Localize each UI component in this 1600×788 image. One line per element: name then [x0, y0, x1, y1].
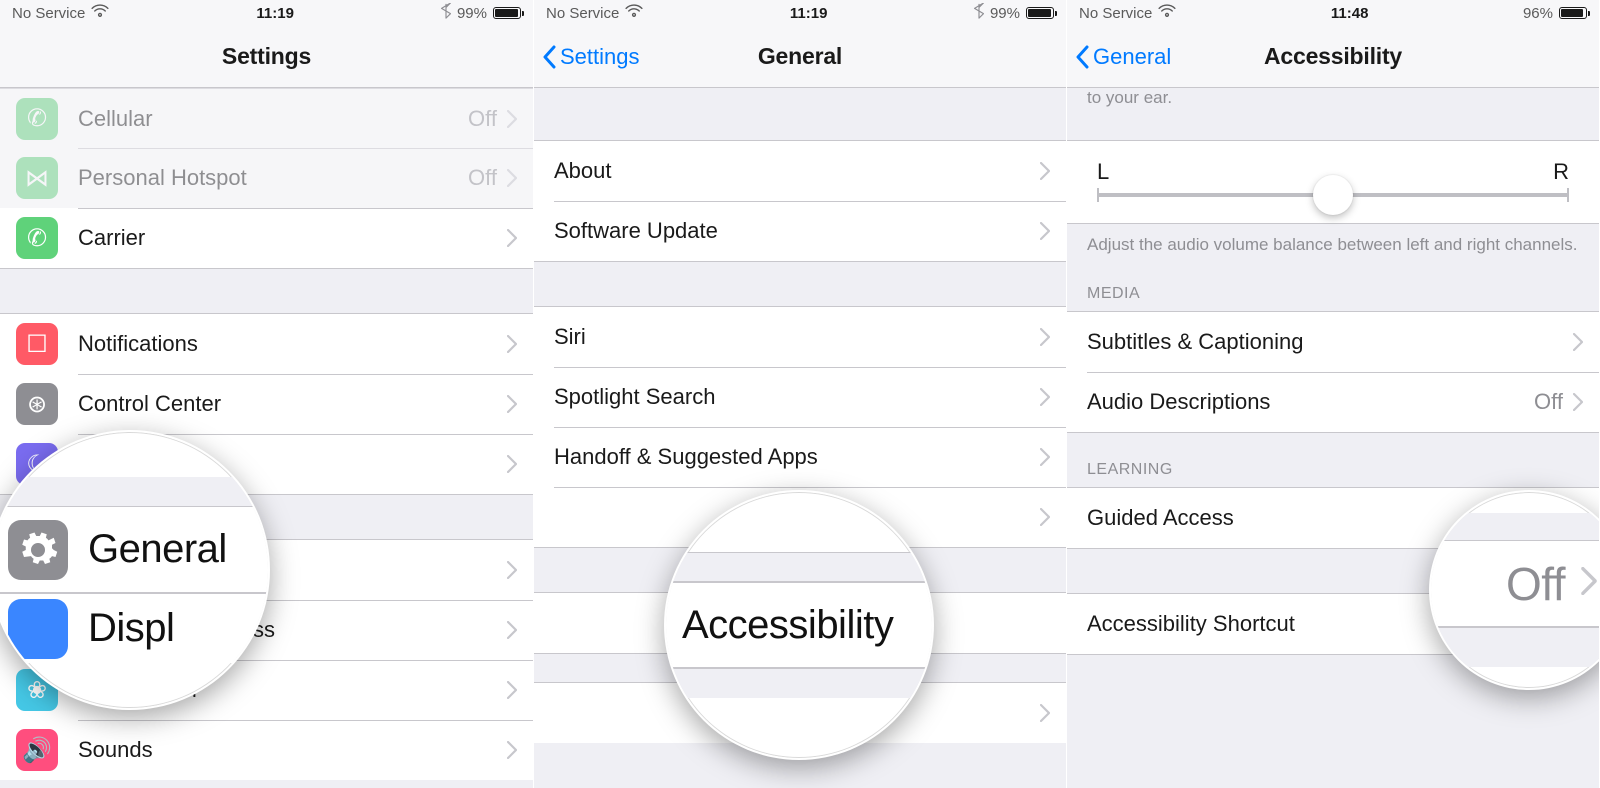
carrier-icon: ✆ — [16, 217, 58, 259]
nav-bar: General Accessibility — [1067, 26, 1599, 88]
chevron-right-icon — [1040, 328, 1050, 346]
panel-settings: No Service 11:19 99% Settings ✆ Cellular… — [0, 0, 533, 788]
slider-tick-right — [1567, 188, 1569, 202]
status-time: 11:48 — [1331, 5, 1369, 22]
back-button[interactable]: General — [1075, 26, 1171, 88]
control-center-icon: ⊛ — [16, 383, 58, 425]
chevron-right-icon — [507, 681, 517, 699]
row-spotlight[interactable]: Spotlight Search — [534, 367, 1066, 427]
chevron-right-icon — [1040, 448, 1050, 466]
magnifier-accessibility: Accessibility — [664, 490, 934, 760]
chevron-right-icon — [507, 110, 517, 128]
chevron-right-icon — [507, 169, 517, 187]
nav-bar: Settings General — [534, 26, 1066, 88]
slider-track[interactable] — [1097, 193, 1569, 197]
row-subtitles[interactable]: Subtitles & Captioning — [1067, 312, 1599, 372]
sounds-icon: 🔊 — [16, 729, 58, 771]
chevron-right-icon — [1040, 162, 1050, 180]
row-handoff[interactable]: Handoff & Suggested Apps — [534, 427, 1066, 487]
row-sounds[interactable]: 🔊 Sounds — [0, 720, 533, 780]
magnifier-guided-off: Off — [1429, 490, 1599, 690]
chevron-right-icon — [1573, 333, 1583, 351]
chevron-right-icon — [1040, 508, 1050, 526]
wifi-icon — [625, 4, 643, 22]
row-hotspot[interactable]: ⋈ Personal Hotspot Off — [0, 148, 533, 208]
status-bar: No Service 11:48 96% — [1067, 0, 1599, 26]
section-header-learning: LEARNING — [1067, 433, 1599, 487]
row-audio-descriptions[interactable]: Audio Descriptions Off — [1067, 372, 1599, 432]
row-siri[interactable]: Siri — [534, 307, 1066, 367]
chevron-right-icon — [507, 335, 517, 353]
panel-accessibility: No Service 11:48 96% General Accessibili… — [1066, 0, 1599, 788]
chevron-right-icon — [507, 621, 517, 639]
row-carrier[interactable]: ✆ Carrier — [0, 208, 533, 268]
status-battery-pct: 99% — [457, 5, 487, 22]
chevron-right-icon — [507, 561, 517, 579]
status-bar: No Service 11:19 99% — [534, 0, 1066, 26]
status-time: 11:19 — [256, 5, 294, 22]
bluetooth-icon — [974, 3, 984, 23]
display-icon — [8, 599, 68, 659]
status-carrier: No Service — [12, 5, 85, 22]
slider-left-label: L — [1097, 159, 1109, 185]
chevron-right-icon — [507, 741, 517, 759]
audio-balance-slider[interactable]: L R — [1067, 141, 1599, 223]
status-carrier: No Service — [546, 5, 619, 22]
panel-general: No Service 11:19 99% Settings General Ab… — [533, 0, 1066, 788]
magnifier-general: General Displ — [0, 430, 270, 710]
status-carrier: No Service — [1079, 5, 1152, 22]
battery-icon — [1026, 7, 1054, 19]
slider-thumb[interactable] — [1313, 175, 1353, 215]
status-time: 11:19 — [790, 5, 828, 22]
row-control-center[interactable]: ⊛ Control Center — [0, 374, 533, 434]
footer-fragment: to your ear. — [1067, 88, 1599, 112]
chevron-right-icon — [507, 455, 517, 473]
status-battery-pct: 96% — [1523, 5, 1553, 22]
row-notifications[interactable]: ☐ Notifications — [0, 314, 533, 374]
chevron-right-icon — [1573, 393, 1583, 411]
page-title: Settings — [222, 43, 311, 70]
slider-footer: Adjust the audio volume balance between … — [1067, 224, 1599, 275]
bluetooth-icon — [441, 3, 451, 23]
battery-icon — [1559, 7, 1587, 19]
nav-bar: Settings — [0, 26, 533, 88]
chevron-right-icon — [507, 229, 517, 247]
page-title: Accessibility — [1264, 43, 1402, 70]
hotspot-icon: ⋈ — [16, 157, 58, 199]
wifi-icon — [91, 4, 109, 22]
section-header-media: MEDIA — [1067, 275, 1599, 311]
row-about[interactable]: About — [534, 141, 1066, 201]
cellular-icon: ✆ — [16, 98, 58, 140]
chevron-right-icon — [1040, 704, 1050, 722]
slider-right-label: R — [1553, 159, 1569, 185]
slider-tick-left — [1097, 188, 1099, 202]
notifications-icon: ☐ — [16, 323, 58, 365]
battery-icon — [493, 7, 521, 19]
gear-icon — [8, 520, 68, 580]
chevron-right-icon — [507, 395, 517, 413]
wifi-icon — [1158, 4, 1176, 22]
row-cellular[interactable]: ✆ Cellular Off — [0, 88, 533, 148]
chevron-right-icon — [1040, 222, 1050, 240]
chevron-right-icon — [1040, 388, 1050, 406]
page-title: General — [758, 43, 842, 70]
status-bar: No Service 11:19 99% — [0, 0, 533, 26]
back-button[interactable]: Settings — [542, 26, 640, 88]
row-software-update[interactable]: Software Update — [534, 201, 1066, 261]
status-battery-pct: 99% — [990, 5, 1020, 22]
